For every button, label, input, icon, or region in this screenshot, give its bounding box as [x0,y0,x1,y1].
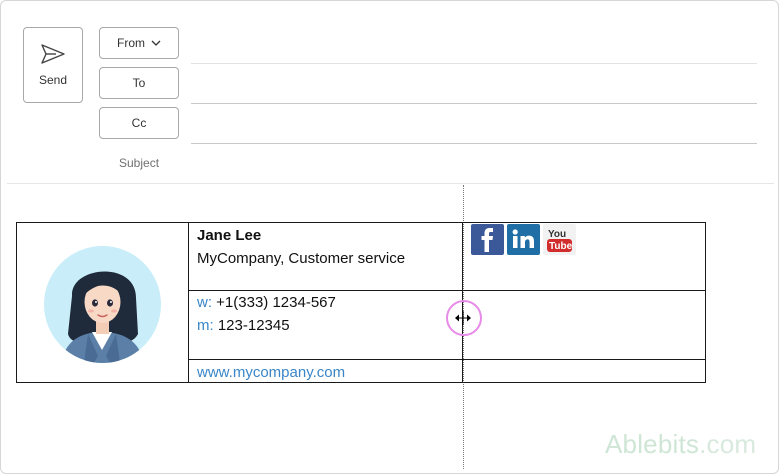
watermark-logo: Ablebits.com [605,429,756,460]
avatar-illustration [44,246,161,363]
cc-button[interactable]: Cc [99,107,179,139]
watermark-domain: .com [699,429,757,459]
column-resize-cursor-icon [455,311,471,325]
chevron-down-icon [151,40,161,46]
table-row-border [188,359,705,360]
to-button[interactable]: To [99,67,179,99]
send-button[interactable]: Send [23,27,83,103]
signature-table[interactable]: Jane Lee MyCompany, Customer service w: … [16,222,706,383]
signature-company: MyCompany, Customer service [197,250,406,267]
watermark-brand: Ablebits [605,429,700,459]
mobile-phone-prefix: m: [197,317,214,334]
send-icon [41,44,65,64]
website-link[interactable]: www.mycompany.com [197,364,345,381]
svg-text:Tube: Tube [549,241,573,252]
to-label: To [132,76,146,90]
linkedin-icon[interactable] [507,224,540,255]
to-field[interactable] [191,103,757,104]
work-phone-row: w: +1(333) 1234-567 [197,294,336,311]
cc-label: Cc [131,116,147,130]
work-phone-prefix: w: [197,294,212,311]
subject-label: Subject [119,156,160,170]
youtube-icon[interactable]: You Tube [543,224,576,255]
send-label: Send [38,73,68,87]
signature-name: Jane Lee [197,227,262,244]
avatar [44,246,161,363]
mobile-phone: 123-12345 [217,317,290,334]
email-compose-window: Send From To Cc Subject Jane Lee MyCompa… [0,0,779,474]
from-field[interactable] [191,63,757,64]
work-phone: +1(333) 1234-567 [216,294,336,311]
cc-field[interactable] [191,143,757,144]
from-label: From [117,36,145,50]
mobile-phone-row: m: 123-12345 [197,317,290,334]
facebook-icon[interactable] [471,224,504,255]
header-divider [7,183,774,184]
table-row-border [188,290,705,291]
svg-text:You: You [548,229,566,240]
from-button[interactable]: From [99,27,179,59]
